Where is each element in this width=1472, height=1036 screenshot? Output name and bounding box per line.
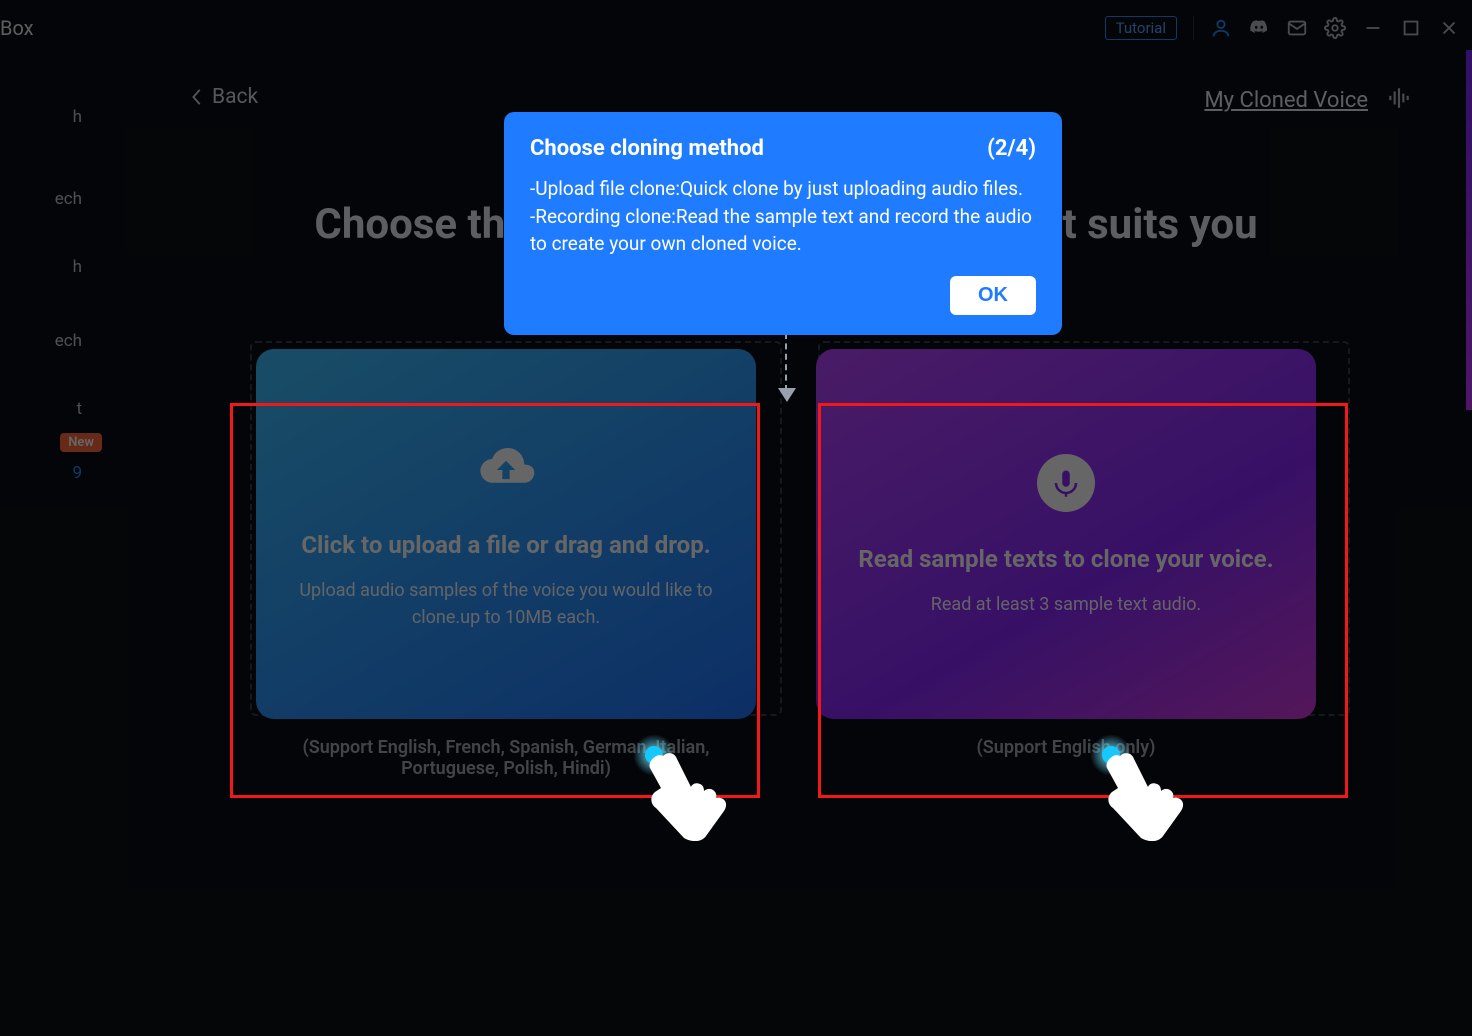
tooltip-arrow-head [778, 388, 796, 402]
upload-card-subtitle: Upload audio samples of the voice you wo… [291, 577, 721, 631]
tooltip-ok-button[interactable]: OK [950, 276, 1036, 315]
titlebar-right: Tutorial [1105, 16, 1460, 40]
cloud-upload-icon [474, 437, 538, 501]
record-support-text: (Support English only) [816, 737, 1316, 779]
upload-file-card[interactable]: Click to upload a file or drag and drop.… [256, 349, 756, 719]
microphone-icon [1034, 451, 1098, 515]
close-icon[interactable] [1438, 17, 1460, 39]
tooltip-title: Choose cloning method [530, 136, 764, 161]
sidebar: h ech h ech t New 9 [0, 55, 100, 1036]
user-icon[interactable] [1210, 17, 1232, 39]
top-right-links: My Cloned Voice [1204, 85, 1412, 115]
sidebar-item-active[interactable]: New 9 [0, 451, 100, 495]
tutorial-tooltip: Choose cloning method (2/4) -Upload file… [504, 112, 1062, 335]
cursor-hand-icon [633, 734, 753, 844]
sidebar-item[interactable]: t [0, 387, 100, 431]
app-title: Box [0, 16, 34, 40]
sidebar-item[interactable]: ech [0, 319, 100, 363]
titlebar-separator [1193, 16, 1194, 40]
record-card-title: Read sample texts to clone your voice. [858, 545, 1273, 573]
my-cloned-voice-link[interactable]: My Cloned Voice [1204, 88, 1368, 113]
cursor-hand-icon [1090, 734, 1210, 844]
sidebar-item[interactable]: ech [0, 177, 100, 221]
window-right-accent [1466, 50, 1472, 410]
tooltip-arrow-line [785, 333, 787, 391]
minimize-icon[interactable] [1362, 17, 1384, 39]
waveform-icon[interactable] [1386, 85, 1412, 115]
maximize-icon[interactable] [1400, 17, 1422, 39]
tooltip-line-1: -Upload file clone:Quick clone by just u… [530, 175, 1036, 203]
back-button[interactable]: Back [190, 85, 258, 109]
back-label: Back [212, 85, 258, 109]
upload-card-title: Click to upload a file or drag and drop. [301, 531, 710, 559]
sidebar-item[interactable]: h [0, 95, 100, 139]
tooltip-line-2: -Recording clone:Read the sample text an… [530, 203, 1036, 258]
discord-icon[interactable] [1248, 17, 1270, 39]
tooltip-body: -Upload file clone:Quick clone by just u… [530, 175, 1036, 258]
tutorial-button[interactable]: Tutorial [1105, 16, 1177, 40]
new-badge: New [60, 433, 102, 452]
gear-icon[interactable] [1324, 17, 1346, 39]
cards-row: Click to upload a file or drag and drop.… [236, 349, 1336, 719]
mail-icon[interactable] [1286, 17, 1308, 39]
tooltip-step: (2/4) [987, 136, 1036, 161]
titlebar: Box Tutorial [0, 0, 1472, 55]
sidebar-item-label: 9 [72, 463, 82, 483]
sidebar-item[interactable]: h [0, 245, 100, 289]
record-card-subtitle: Read at least 3 sample text audio. [931, 591, 1201, 618]
record-voice-card[interactable]: Read sample texts to clone your voice. R… [816, 349, 1316, 719]
